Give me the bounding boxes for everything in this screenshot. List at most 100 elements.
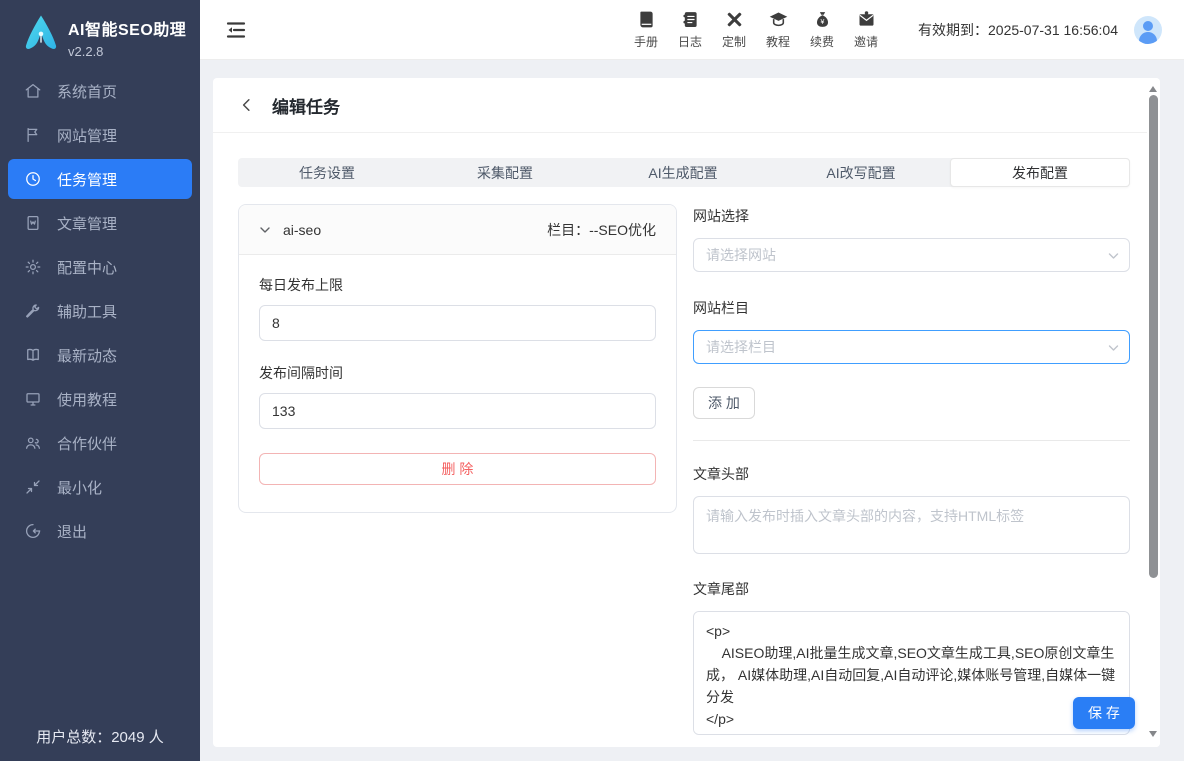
flag-icon	[24, 126, 42, 144]
daily-limit-input[interactable]	[259, 305, 656, 341]
sidebar-item-tasks[interactable]: 任务管理	[8, 159, 192, 199]
sidebar-menu: 系统首页 网站管理 任务管理 文章管理 配置中心 辅助工具	[0, 71, 200, 551]
task-panel-body: 每日发布上限 发布间隔时间 删 除	[239, 255, 676, 505]
sidebar-item-websites[interactable]: 网站管理	[8, 115, 192, 155]
site-select-placeholder: 请选择网站	[706, 245, 776, 265]
article-footer-label: 文章尾部	[693, 579, 1130, 599]
sidebar-item-config[interactable]: 配置中心	[8, 247, 192, 287]
shortcut-label: 日志	[678, 33, 702, 50]
sidebar-item-label: 任务管理	[57, 169, 117, 190]
sidebar-item-partners[interactable]: 合作伙伴	[8, 423, 192, 463]
chevron-down-icon	[1108, 252, 1119, 260]
back-icon[interactable]	[238, 96, 256, 114]
brand: AI智能SEO助理 v2.2.8	[0, 0, 200, 59]
column-select[interactable]: 请选择栏目	[693, 330, 1130, 364]
brand-text: AI智能SEO助理 v2.2.8	[68, 12, 186, 59]
shortcut-invite[interactable]: 邀请	[844, 9, 888, 50]
shortcut-tutorial[interactable]: 教程	[756, 9, 800, 50]
sidebar-item-minimize[interactable]: 最小化	[8, 467, 192, 507]
tab-task-settings[interactable]: 任务设置	[238, 158, 416, 187]
article-icon	[24, 214, 42, 232]
tab-bar: 任务设置 采集配置 AI生成配置 AI改写配置 发布配置	[238, 158, 1130, 187]
journal-icon	[680, 9, 701, 30]
tab-collect-config[interactable]: 采集配置	[416, 158, 594, 187]
sidebar-item-label: 合作伙伴	[57, 433, 117, 454]
user-avatar[interactable]	[1134, 16, 1162, 44]
left-column: ai-seo 栏目：--SEO优化 每日发布上限 发布间隔时间 删 除	[238, 204, 677, 747]
graduation-cap-icon	[768, 9, 789, 30]
daily-limit-label: 每日发布上限	[259, 275, 656, 295]
sidebar-item-articles[interactable]: 文章管理	[8, 203, 192, 243]
add-button[interactable]: 添 加	[693, 387, 755, 419]
scrollbar-thumb[interactable]	[1149, 95, 1158, 578]
monitor-icon	[24, 390, 42, 408]
sidebar-collapse-icon[interactable]	[224, 18, 248, 42]
sidebar: AI智能SEO助理 v2.2.8 系统首页 网站管理 任务管理 文章管理	[0, 0, 200, 761]
sidebar-item-label: 退出	[57, 521, 87, 542]
task-panel: ai-seo 栏目：--SEO优化 每日发布上限 发布间隔时间 删 除	[238, 204, 677, 513]
shortcut-log[interactable]: 日志	[668, 9, 712, 50]
book-open-icon	[24, 346, 42, 364]
column-select-label: 网站栏目	[693, 298, 1130, 318]
sidebar-item-logout[interactable]: 退出	[8, 511, 192, 551]
task-panel-header[interactable]: ai-seo 栏目：--SEO优化	[239, 205, 676, 255]
task-column-label: 栏目：--SEO优化	[547, 220, 656, 240]
minimize-icon	[24, 478, 42, 496]
sidebar-item-home[interactable]: 系统首页	[8, 71, 192, 111]
site-select[interactable]: 请选择网站	[693, 238, 1130, 272]
chevron-down-icon	[1108, 344, 1119, 352]
tab-publish-config[interactable]: 发布配置	[950, 158, 1130, 187]
scrollbar	[1147, 78, 1160, 747]
user-total: 用户总数：2049 人	[0, 726, 200, 747]
save-button[interactable]: 保 存	[1073, 697, 1135, 729]
app-title: AI智能SEO助理	[68, 16, 186, 40]
shortcut-manual[interactable]: 手册	[624, 9, 668, 50]
tab-ai-generate-config[interactable]: AI生成配置	[594, 158, 772, 187]
shortcut-label: 定制	[722, 33, 746, 50]
right-column: 网站选择 请选择网站 网站栏目 请选择栏目	[693, 204, 1130, 747]
shortcut-label: 邀请	[854, 33, 878, 50]
header-right: 手册 日志 定制 教程 ¥ 续费 邀请 有效期到：2025-07	[624, 9, 1162, 50]
site-select-label: 网站选择	[693, 206, 1130, 226]
avatar-person-icon	[1143, 21, 1153, 31]
invite-mail-icon	[856, 9, 877, 30]
svg-text:¥: ¥	[820, 19, 824, 26]
article-footer-textarea[interactable]: <p> AISEO助理,AI批量生成文章,SEO文章生成工具,SEO原创文章生成…	[693, 611, 1130, 735]
sidebar-item-label: 使用教程	[57, 389, 117, 410]
sidebar-item-label: 辅助工具	[57, 301, 117, 322]
divider	[693, 440, 1130, 441]
edit-task-card: 编辑任务 任务设置 采集配置 AI生成配置 AI改写配置 发布配置	[213, 78, 1160, 747]
home-icon	[24, 82, 42, 100]
interval-input[interactable]	[259, 393, 656, 429]
card-body: 任务设置 采集配置 AI生成配置 AI改写配置 发布配置	[213, 133, 1160, 747]
task-name: ai-seo	[283, 222, 321, 238]
top-header: 手册 日志 定制 教程 ¥ 续费 邀请 有效期到：2025-07	[200, 0, 1184, 60]
sidebar-item-label: 最新动态	[57, 345, 117, 366]
manual-book-icon	[636, 9, 657, 30]
sidebar-item-tools[interactable]: 辅助工具	[8, 291, 192, 331]
app-window: AI智能SEO助理 v2.2.8 系统首页 网站管理 任务管理 文章管理	[0, 0, 1184, 761]
scroll-down-arrow-icon[interactable]	[1149, 731, 1157, 737]
sidebar-item-news[interactable]: 最新动态	[8, 335, 192, 375]
title-row: 编辑任务	[213, 78, 1160, 133]
main-area: 编辑任务 任务设置 采集配置 AI生成配置 AI改写配置 发布配置	[200, 60, 1184, 761]
gear-icon	[24, 258, 42, 276]
shortcut-label: 教程	[766, 33, 790, 50]
partners-icon	[24, 434, 42, 452]
interval-label: 发布间隔时间	[259, 363, 656, 383]
article-header-textarea[interactable]	[693, 496, 1130, 554]
tab-ai-rewrite-config[interactable]: AI改写配置	[772, 158, 950, 187]
column-select-placeholder: 请选择栏目	[706, 337, 776, 357]
shortcut-custom[interactable]: 定制	[712, 9, 756, 50]
app-version: v2.2.8	[68, 44, 186, 59]
shortcut-label: 续费	[810, 33, 834, 50]
custom-tools-icon	[724, 9, 745, 30]
scroll-up-arrow-icon[interactable]	[1149, 86, 1157, 92]
clock-icon	[24, 170, 42, 188]
logout-icon	[24, 522, 42, 540]
wrench-icon	[24, 302, 42, 320]
delete-button[interactable]: 删 除	[259, 453, 656, 485]
sidebar-item-label: 配置中心	[57, 257, 117, 278]
sidebar-item-tutorial[interactable]: 使用教程	[8, 379, 192, 419]
shortcut-renew[interactable]: ¥ 续费	[800, 9, 844, 50]
